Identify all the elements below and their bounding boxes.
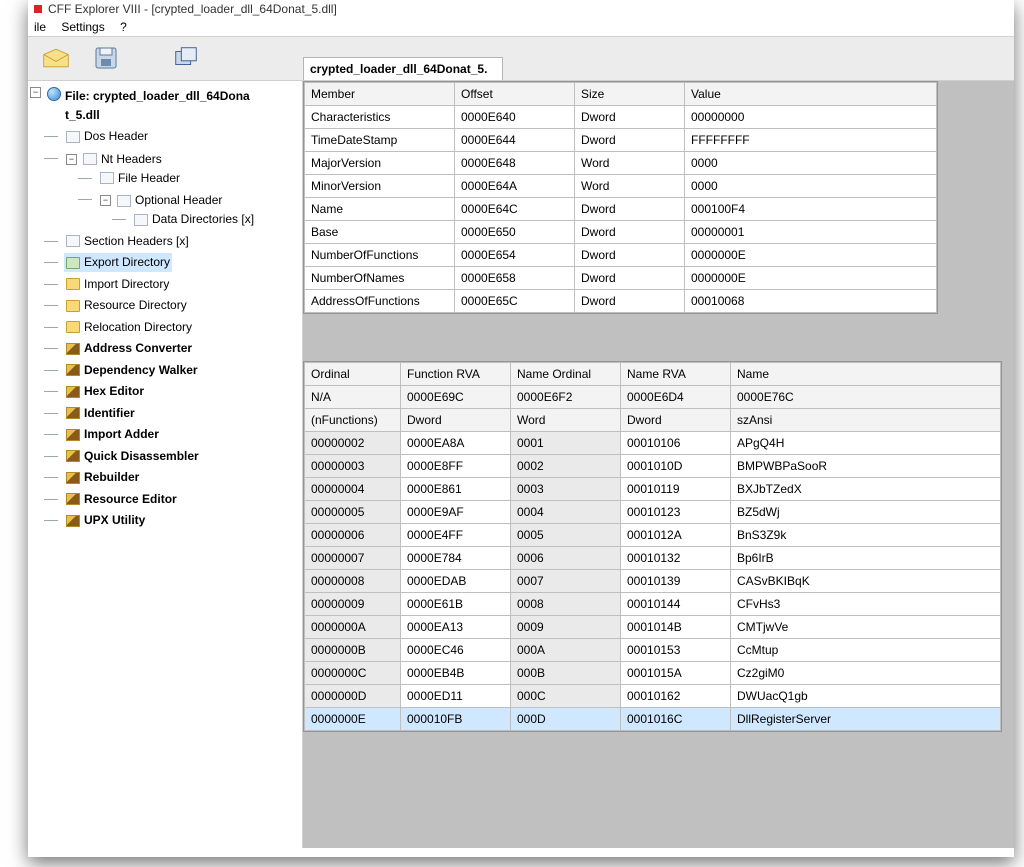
- tree-export-directory[interactable]: Export Directory: [64, 253, 172, 272]
- tree-hex-editor[interactable]: Hex Editor: [64, 382, 146, 401]
- members-grid[interactable]: Member Offset Size Value Characteristics…: [303, 81, 938, 314]
- table-row[interactable]: 0000000C0000EB4B000B0001015ACz2giM0: [305, 662, 1001, 685]
- tree-file-header[interactable]: File Header: [98, 169, 182, 188]
- tool-icon: [66, 386, 80, 398]
- menu-bar: ile Settings ?: [28, 18, 1014, 36]
- save-icon[interactable]: [92, 45, 120, 71]
- table-row[interactable]: 0000000E000010FB000D0001016CDllRegisterS…: [305, 708, 1001, 731]
- col-value[interactable]: Value: [685, 83, 937, 106]
- exports-grid[interactable]: Ordinal Function RVA Name Ordinal Name R…: [303, 361, 1002, 732]
- col-function-rva[interactable]: Function RVA: [401, 363, 511, 386]
- table-row[interactable]: 000000040000E861000300010119BXJbTZedX: [305, 478, 1001, 501]
- tool-icon: [66, 407, 80, 419]
- col-offset[interactable]: Offset: [455, 83, 575, 106]
- table-row[interactable]: 0000000B0000EC46000A00010153CcMtup: [305, 639, 1001, 662]
- col-size[interactable]: Size: [575, 83, 685, 106]
- table-row[interactable]: 000000080000EDAB000700010139CASvBKIBqK: [305, 570, 1001, 593]
- tree-optional-header[interactable]: −Optional Header: [98, 191, 224, 210]
- toolbar: crypted_loader_dll_64Donat_5.: [28, 36, 1014, 81]
- tree-rebuilder[interactable]: Rebuilder: [64, 468, 141, 487]
- file-icon: [47, 87, 61, 101]
- window-titlebar: CFF Explorer VIII - [crypted_loader_dll_…: [28, 0, 1014, 18]
- sheet-icon: [117, 195, 131, 207]
- tree-import-adder[interactable]: Import Adder: [64, 425, 161, 444]
- table-row[interactable]: 000000090000E61B000800010144CFvHs3: [305, 593, 1001, 616]
- table-row[interactable]: AddressOfFunctions0000E65CDword00010068: [305, 290, 937, 313]
- tree-root[interactable]: File: crypted_loader_dll_64Dona t_5.dll: [65, 87, 250, 125]
- table-row[interactable]: 000000050000E9AF000400010123BZ5dWj: [305, 501, 1001, 524]
- tree-panel: − File: crypted_loader_dll_64Dona t_5.dl…: [28, 81, 303, 848]
- table-row[interactable]: 000000030000E8FF00020001010DBMPWBPaSooR: [305, 455, 1001, 478]
- table-row[interactable]: 0000000A0000EA1300090001014BCMTjwVe: [305, 616, 1001, 639]
- menu-file[interactable]: ile: [34, 20, 46, 34]
- table-row[interactable]: MajorVersion0000E648Word0000: [305, 152, 937, 175]
- menu-settings[interactable]: Settings: [61, 20, 104, 34]
- sheet-icon: [66, 131, 80, 143]
- table-row[interactable]: 000000070000E784000600010132Bp6IrB: [305, 547, 1001, 570]
- tree-upx-utility[interactable]: UPX Utility: [64, 511, 147, 530]
- menu-help[interactable]: ?: [120, 20, 127, 34]
- table-row[interactable]: 000000060000E4FF00050001012ABnS3Z9k: [305, 524, 1001, 547]
- sheet-icon: [83, 153, 97, 165]
- tree-collapse-icon[interactable]: −: [100, 195, 111, 206]
- table-row[interactable]: 0000000D0000ED11000C00010162DWUacQ1gb: [305, 685, 1001, 708]
- tree-dependency-walker[interactable]: Dependency Walker: [64, 361, 200, 380]
- sheet-icon: [100, 172, 114, 184]
- tree-relocation-directory[interactable]: Relocation Directory: [64, 318, 194, 337]
- tree-collapse-icon[interactable]: −: [66, 154, 77, 165]
- table-row[interactable]: 000000020000EA8A000100010106APgQ4H: [305, 432, 1001, 455]
- table-row[interactable]: TimeDateStamp0000E644DwordFFFFFFFF: [305, 129, 937, 152]
- tree-dos-header[interactable]: Dos Header: [64, 127, 150, 146]
- table-row[interactable]: Name0000E64CDword000100F4: [305, 198, 937, 221]
- table-row[interactable]: NumberOfFunctions0000E654Dword0000000E: [305, 244, 937, 267]
- tree-collapse-icon[interactable]: −: [30, 87, 41, 98]
- col-member[interactable]: Member: [305, 83, 455, 106]
- table-row[interactable]: Base0000E650Dword00000001: [305, 221, 937, 244]
- col-ordinal[interactable]: Ordinal: [305, 363, 401, 386]
- folder-icon: [66, 300, 80, 312]
- sheet-icon: [66, 235, 80, 247]
- windows-icon[interactable]: [172, 45, 200, 71]
- window-title: CFF Explorer VIII - [crypted_loader_dll_…: [48, 2, 337, 16]
- open-file-icon[interactable]: [42, 45, 70, 71]
- folder-open-icon: [66, 257, 80, 269]
- table-row[interactable]: Characteristics0000E640Dword00000000: [305, 106, 937, 129]
- folder-icon: [66, 278, 80, 290]
- tool-icon: [66, 472, 80, 484]
- tree-identifier[interactable]: Identifier: [64, 404, 137, 423]
- tool-icon: [66, 493, 80, 505]
- col-name[interactable]: Name: [731, 363, 1001, 386]
- tree-resource-editor[interactable]: Resource Editor: [64, 490, 179, 509]
- tool-icon: [66, 515, 80, 527]
- table-row[interactable]: MinorVersion0000E64AWord0000: [305, 175, 937, 198]
- tool-icon: [66, 343, 80, 355]
- tool-icon: [66, 364, 80, 376]
- tool-icon: [66, 450, 80, 462]
- tree-nt-headers[interactable]: −Nt Headers: [64, 150, 164, 169]
- tree-section-headers[interactable]: Section Headers [x]: [64, 232, 191, 251]
- tree-resource-directory[interactable]: Resource Directory: [64, 296, 189, 315]
- tree-import-directory[interactable]: Import Directory: [64, 275, 171, 294]
- tree-data-directories[interactable]: Data Directories [x]: [132, 210, 256, 229]
- folder-icon: [66, 321, 80, 333]
- col-name-rva[interactable]: Name RVA: [621, 363, 731, 386]
- app-icon: [34, 5, 42, 13]
- table-row[interactable]: NumberOfNames0000E658Dword0000000E: [305, 267, 937, 290]
- col-name-ordinal[interactable]: Name Ordinal: [511, 363, 621, 386]
- tool-icon: [66, 429, 80, 441]
- content-panel: Member Offset Size Value Characteristics…: [303, 81, 1014, 848]
- sheet-icon: [134, 214, 148, 226]
- tree-address-converter[interactable]: Address Converter: [64, 339, 194, 358]
- tab-file[interactable]: crypted_loader_dll_64Donat_5.: [303, 57, 503, 80]
- tree-quick-disassembler[interactable]: Quick Disassembler: [64, 447, 201, 466]
